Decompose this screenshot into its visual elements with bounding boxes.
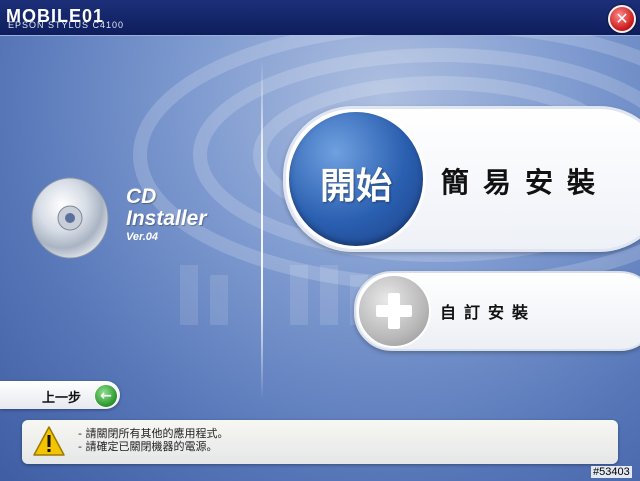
notice-line: 請關閉所有其他的應用程式。 [78, 427, 228, 440]
easy-install-button[interactable]: 開始 簡易安裝 [283, 106, 640, 252]
vertical-divider [261, 60, 263, 400]
window-subtitle: EPSON STYLUS C4100 [8, 20, 125, 30]
back-arrow-icon: ← [94, 384, 118, 408]
installer-title: CD Installer [126, 186, 207, 230]
notice-text: 請關閉所有其他的應用程式。 請確定已關閉機器的電源。 [78, 427, 228, 453]
easy-install-label: 簡易安裝 [441, 166, 610, 199]
installer-title-line1: CD [126, 185, 157, 208]
installer-window: MOBILE01 EPSON STYLUS C4100 ✕ CD Install… [0, 0, 640, 481]
notice-line: 請確定已關閉機器的電源。 [78, 440, 228, 453]
warning-icon [33, 426, 65, 456]
close-icon: ✕ [615, 9, 629, 28]
installer-version: Ver.04 [126, 231, 159, 243]
notice-panel: 請關閉所有其他的應用程式。 請確定已關閉機器的電源。 [22, 420, 618, 464]
back-button[interactable]: 上一步 ← [0, 381, 120, 409]
start-badge[interactable]: 開始 [286, 109, 426, 249]
installer-title-line2: Installer [126, 207, 207, 230]
custom-install-button[interactable]: 自訂安裝 [354, 271, 640, 351]
plus-icon [357, 274, 431, 348]
back-label: 上一步 [42, 391, 82, 406]
custom-install-label: 自訂安裝 [440, 303, 537, 322]
start-badge-label: 開始 [319, 166, 392, 207]
image-id-label: #53403 [591, 466, 632, 478]
close-button[interactable]: ✕ [608, 5, 636, 33]
title-bar: MOBILE01 EPSON STYLUS C4100 ✕ [0, 0, 640, 36]
cd-disc-icon [31, 177, 109, 259]
